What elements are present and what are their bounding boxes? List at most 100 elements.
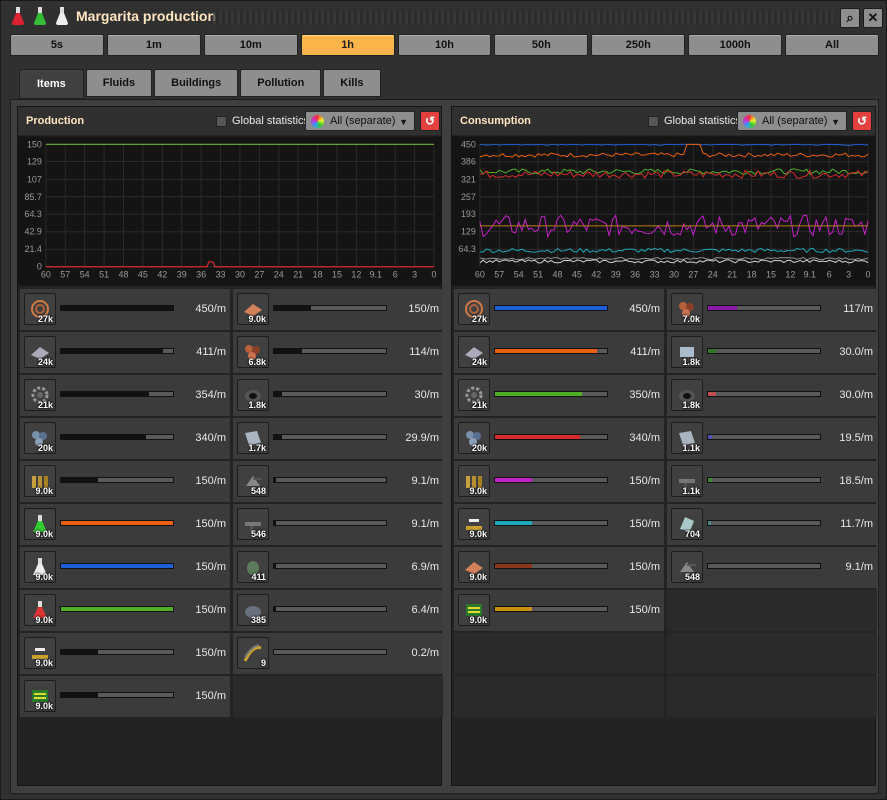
production-item-row[interactable]: 1.7k 29.9/m [233, 418, 443, 459]
production-filter-dropdown[interactable]: All (separate) ▼ [305, 111, 415, 131]
tab-fluids[interactable]: Fluids [85, 69, 153, 97]
x-tick-label: 36 [196, 270, 206, 280]
production-item-icon-button[interactable]: 9 [237, 637, 269, 669]
consumption-global-checkbox[interactable] [648, 116, 659, 127]
production-reset-button[interactable]: ↺ [420, 111, 440, 131]
consumption-item-row[interactable]: 9.0k 150/m [454, 590, 664, 631]
production-item-row[interactable]: 9 0.2/m [233, 633, 443, 674]
title-bar[interactable]: Margarita production ⌕ ✕ [1, 1, 887, 33]
production-item-icon-button[interactable]: 6.8k [237, 336, 269, 368]
consumption-item-icon-button[interactable]: 1.1k [671, 465, 703, 497]
consumption-item-icon-button[interactable]: 9.0k [458, 551, 490, 583]
production-item-icon-button[interactable]: 9.0k [24, 637, 56, 669]
consumption-item-row[interactable]: 9.0k 150/m [454, 461, 664, 502]
time-button-All[interactable]: All [785, 34, 880, 56]
time-button-50h[interactable]: 50h [494, 34, 589, 56]
production-item-row[interactable]: 21k 354/m [20, 375, 230, 416]
consumption-item-row[interactable]: 704 11.7/m [667, 504, 877, 545]
production-item-icon-button[interactable]: 24k [24, 336, 56, 368]
tab-pollution[interactable]: Pollution [240, 69, 322, 97]
consumption-item-row[interactable]: 9.0k 150/m [454, 547, 664, 588]
drag-handle[interactable] [213, 11, 833, 25]
consumption-item-row[interactable]: 20k 340/m [454, 418, 664, 459]
consumption-item-icon-button[interactable]: 1.8k [671, 336, 703, 368]
consumption-item-row[interactable]: 7.0k 117/m [667, 289, 877, 330]
consumption-item-row[interactable]: 21k 350/m [454, 375, 664, 416]
production-title: Production [26, 115, 85, 127]
production-item-row[interactable]: 9.0k 150/m [20, 590, 230, 631]
production-item-row[interactable]: 6.8k 114/m [233, 332, 443, 373]
production-item-row[interactable]: 9.0k 150/m [20, 461, 230, 502]
consumption-item-row[interactable]: 548 9.1/m [667, 547, 877, 588]
production-item-row[interactable]: 9.0k 150/m [20, 504, 230, 545]
rate-bar-fill [61, 435, 147, 439]
production-item-row[interactable]: 24k 411/m [20, 332, 230, 373]
consumption-item-row[interactable]: 1.8k 30.0/m [667, 332, 877, 373]
tab-kills[interactable]: Kills [323, 69, 381, 97]
production-item-row[interactable]: 20k 340/m [20, 418, 230, 459]
production-item-row[interactable]: 548 9.1/m [233, 461, 443, 502]
item-count: 21k [37, 400, 53, 410]
time-button-10m[interactable]: 10m [203, 34, 298, 56]
consumption-item-icon-button[interactable]: 9.0k [458, 508, 490, 540]
production-item-icon-button[interactable]: 385 [237, 594, 269, 626]
consumption-item-icon-button[interactable]: 1.1k [671, 422, 703, 454]
production-global-checkbox[interactable] [216, 116, 227, 127]
consumption-item-icon-button[interactable]: 21k [458, 379, 490, 411]
item-rate: 9.1/m [411, 475, 439, 487]
rate-bar [494, 477, 608, 483]
time-button-1h[interactable]: 1h [300, 34, 395, 56]
production-item-icon-button[interactable]: 21k [24, 379, 56, 411]
production-item-icon-button[interactable]: 9.0k [24, 465, 56, 497]
consumption-item-row[interactable]: 27k 450/m [454, 289, 664, 330]
consumption-item-icon-button[interactable]: 27k [458, 293, 490, 325]
item-rate: 6.9/m [411, 561, 439, 573]
production-item-icon-button[interactable]: 548 [237, 465, 269, 497]
close-button[interactable]: ✕ [863, 8, 883, 28]
production-item-icon-button[interactable]: 9.0k [24, 508, 56, 540]
consumption-item-row[interactable]: 1.8k 30.0/m [667, 375, 877, 416]
consumption-item-icon-button[interactable]: 9.0k [458, 594, 490, 626]
consumption-item-row[interactable]: 1.1k 19.5/m [667, 418, 877, 459]
search-button[interactable]: ⌕ [840, 8, 860, 28]
production-item-icon-button[interactable]: 27k [24, 293, 56, 325]
production-item-row[interactable]: 411 6.9/m [233, 547, 443, 588]
production-item-row[interactable]: 9.0k 150/m [20, 633, 230, 674]
consumption-item-icon-button[interactable]: 24k [458, 336, 490, 368]
tab-buildings[interactable]: Buildings [154, 69, 239, 97]
time-button-5s[interactable]: 5s [10, 34, 104, 56]
time-button-250h[interactable]: 250h [591, 34, 686, 56]
production-item-row[interactable]: 546 9.1/m [233, 504, 443, 545]
consumption-item-row[interactable]: 9.0k 150/m [454, 504, 664, 545]
consumption-item-icon-button[interactable]: 9.0k [458, 465, 490, 497]
time-button-10h[interactable]: 10h [397, 34, 492, 56]
production-item-icon-button[interactable]: 411 [237, 551, 269, 583]
consumption-item-row[interactable]: 24k 411/m [454, 332, 664, 373]
consumption-filter-dropdown[interactable]: All (separate) ▼ [737, 111, 847, 131]
production-item-icon-button[interactable]: 9.0k [237, 293, 269, 325]
item-rate: 340/m [629, 432, 660, 444]
production-item-icon-button[interactable]: 546 [237, 508, 269, 540]
production-item-row[interactable]: 385 6.4/m [233, 590, 443, 631]
tab-items[interactable]: Items [19, 69, 84, 99]
consumption-item-icon-button[interactable]: 1.8k [671, 379, 703, 411]
production-item-row[interactable]: 9.0k 150/m [20, 547, 230, 588]
consumption-item-icon-button[interactable]: 704 [671, 508, 703, 540]
time-button-1000h[interactable]: 1000h [688, 34, 783, 56]
consumption-item-icon-button[interactable]: 548 [671, 551, 703, 583]
time-button-1m[interactable]: 1m [106, 34, 201, 56]
production-item-row[interactable]: 27k 450/m [20, 289, 230, 330]
production-item-row[interactable]: 9.0k 150/m [20, 676, 230, 717]
production-item-icon-button[interactable]: 20k [24, 422, 56, 454]
consumption-item-row[interactable]: 1.1k 18.5/m [667, 461, 877, 502]
production-item-icon-button[interactable]: 9.0k [24, 680, 56, 712]
consumption-item-icon-button[interactable]: 7.0k [671, 293, 703, 325]
consumption-item-icon-button[interactable]: 20k [458, 422, 490, 454]
production-item-icon-button[interactable]: 9.0k [24, 551, 56, 583]
consumption-reset-button[interactable]: ↺ [852, 111, 872, 131]
production-item-row[interactable]: 1.8k 30/m [233, 375, 443, 416]
production-item-row[interactable]: 9.0k 150/m [233, 289, 443, 330]
production-item-icon-button[interactable]: 1.7k [237, 422, 269, 454]
production-item-icon-button[interactable]: 9.0k [24, 594, 56, 626]
production-item-icon-button[interactable]: 1.8k [237, 379, 269, 411]
